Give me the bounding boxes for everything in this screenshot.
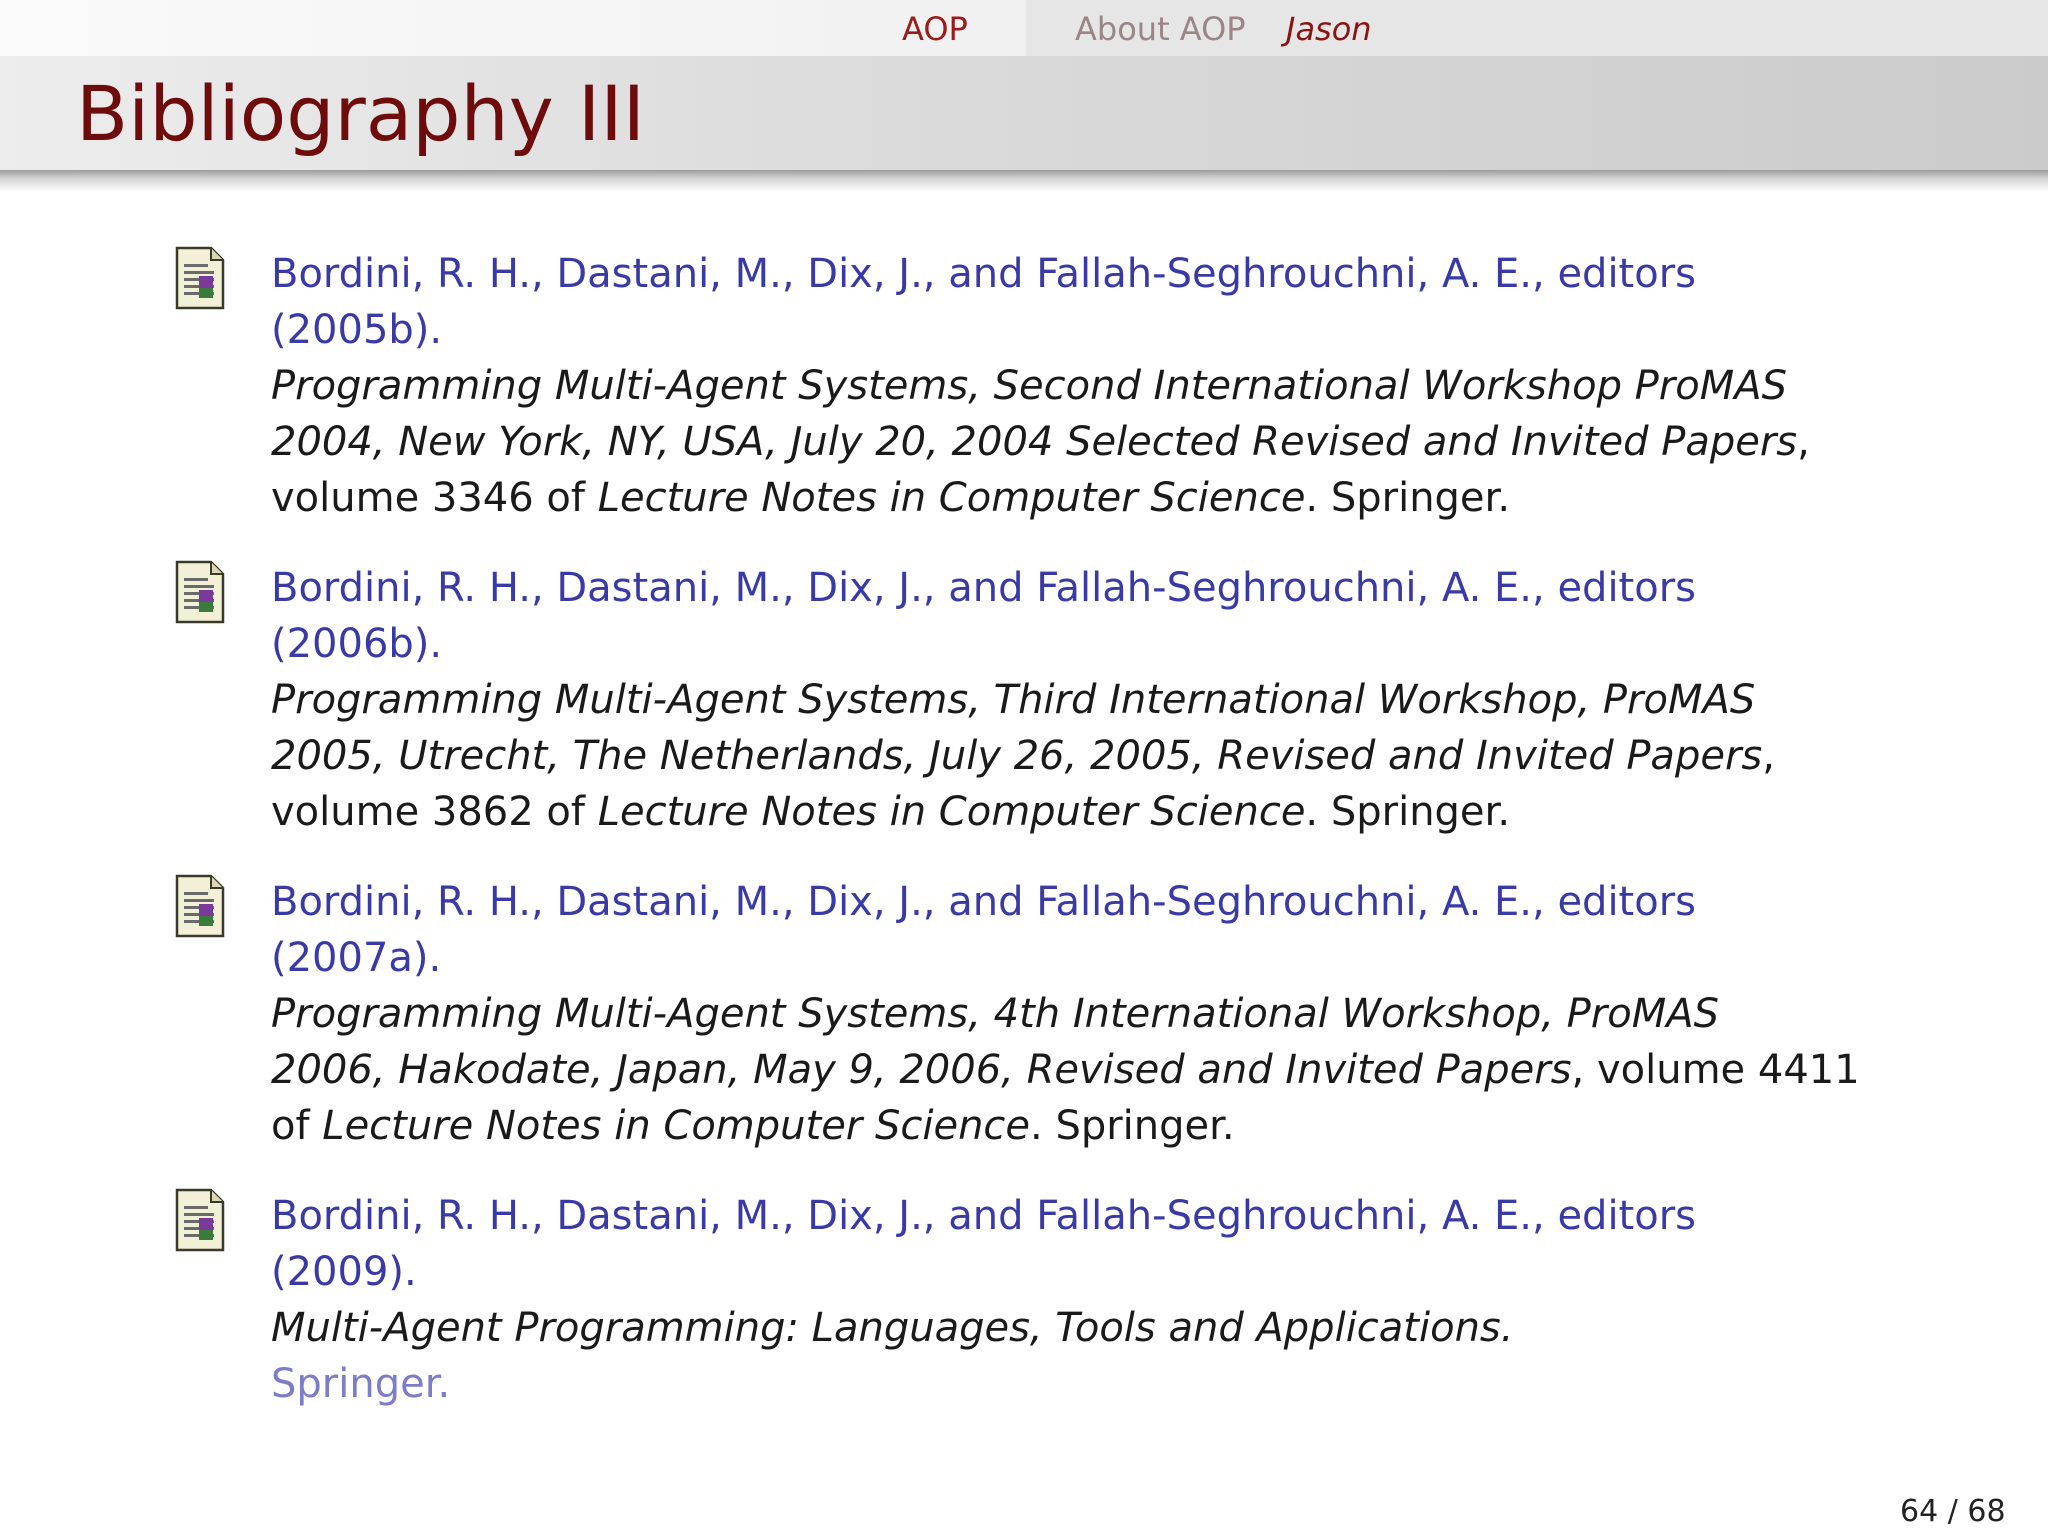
- entry-publisher: . Springer.: [1305, 475, 1511, 521]
- entry-authors[interactable]: Bordini, R. H., Dastani, M., Dix, J., an…: [271, 560, 1911, 616]
- entry-publisher: . Springer.: [1030, 1103, 1235, 1149]
- entry-series: Lecture Notes in Computer Science: [322, 1103, 1031, 1149]
- entry-punctuation: , volume 4411: [1571, 1047, 1860, 1093]
- entry-punctuation: ,: [1762, 733, 1775, 779]
- entry-year[interactable]: (2005b).: [271, 302, 1911, 358]
- entry-title: Programming Multi-Agent Systems, 4th Int…: [271, 991, 1719, 1037]
- entry-volume: volume 3862 of: [271, 789, 598, 835]
- entry-authors[interactable]: Bordini, R. H., Dastani, M., Dix, J., an…: [271, 1188, 1911, 1244]
- entry-year[interactable]: (2006b).: [271, 616, 1911, 672]
- entry-title-cont: 2004, New York, NY, USA, July 20, 2004 S…: [271, 419, 1798, 465]
- entry-publisher-link[interactable]: Springer.: [271, 1356, 1911, 1412]
- book-icon: [175, 560, 225, 624]
- bibliography-text: Bordini, R. H., Dastani, M., Dix, J., an…: [271, 1188, 1911, 1412]
- bibliography-text: Bordini, R. H., Dastani, M., Dix, J., an…: [271, 246, 1911, 526]
- bibliography-text: Bordini, R. H., Dastani, M., Dix, J., an…: [271, 560, 1911, 840]
- book-icon: [175, 246, 225, 310]
- entry-volume: of: [271, 1103, 323, 1149]
- bibliography-text: Bordini, R. H., Dastani, M., Dix, J., an…: [271, 874, 1911, 1154]
- page-counter: 64 / 68: [1900, 1494, 2006, 1530]
- entry-year[interactable]: (2009).: [271, 1244, 1911, 1300]
- entry-title: Programming Multi-Agent Systems, Third I…: [271, 677, 1756, 723]
- entry-series: Lecture Notes in Computer Science: [597, 475, 1306, 521]
- bibliography-list: Bordini, R. H., Dastani, M., Dix, J., an…: [0, 0, 2048, 1536]
- entry-volume: volume 3346 of: [271, 475, 598, 521]
- entry-title-cont: 2005, Utrecht, The Netherlands, July 26,…: [271, 733, 1763, 779]
- entry-title: Programming Multi-Agent Systems, Second …: [271, 363, 1787, 409]
- entry-title: Multi-Agent Programming: Languages, Tool…: [271, 1305, 1514, 1351]
- book-icon: [175, 1188, 225, 1252]
- page-separator: /: [1947, 1494, 1958, 1529]
- entry-authors[interactable]: Bordini, R. H., Dastani, M., Dix, J., an…: [271, 874, 1911, 930]
- total-pages: 68: [1967, 1494, 2006, 1529]
- current-page: 64: [1900, 1494, 1939, 1529]
- entry-punctuation: ,: [1797, 419, 1810, 465]
- entry-year[interactable]: (2007a).: [271, 930, 1911, 986]
- book-icon: [175, 874, 225, 938]
- entry-series: Lecture Notes in Computer Science: [597, 789, 1306, 835]
- entry-title-cont: 2006, Hakodate, Japan, May 9, 2006, Revi…: [271, 1047, 1572, 1093]
- entry-authors[interactable]: Bordini, R. H., Dastani, M., Dix, J., an…: [271, 246, 1911, 302]
- entry-publisher: . Springer.: [1305, 789, 1511, 835]
